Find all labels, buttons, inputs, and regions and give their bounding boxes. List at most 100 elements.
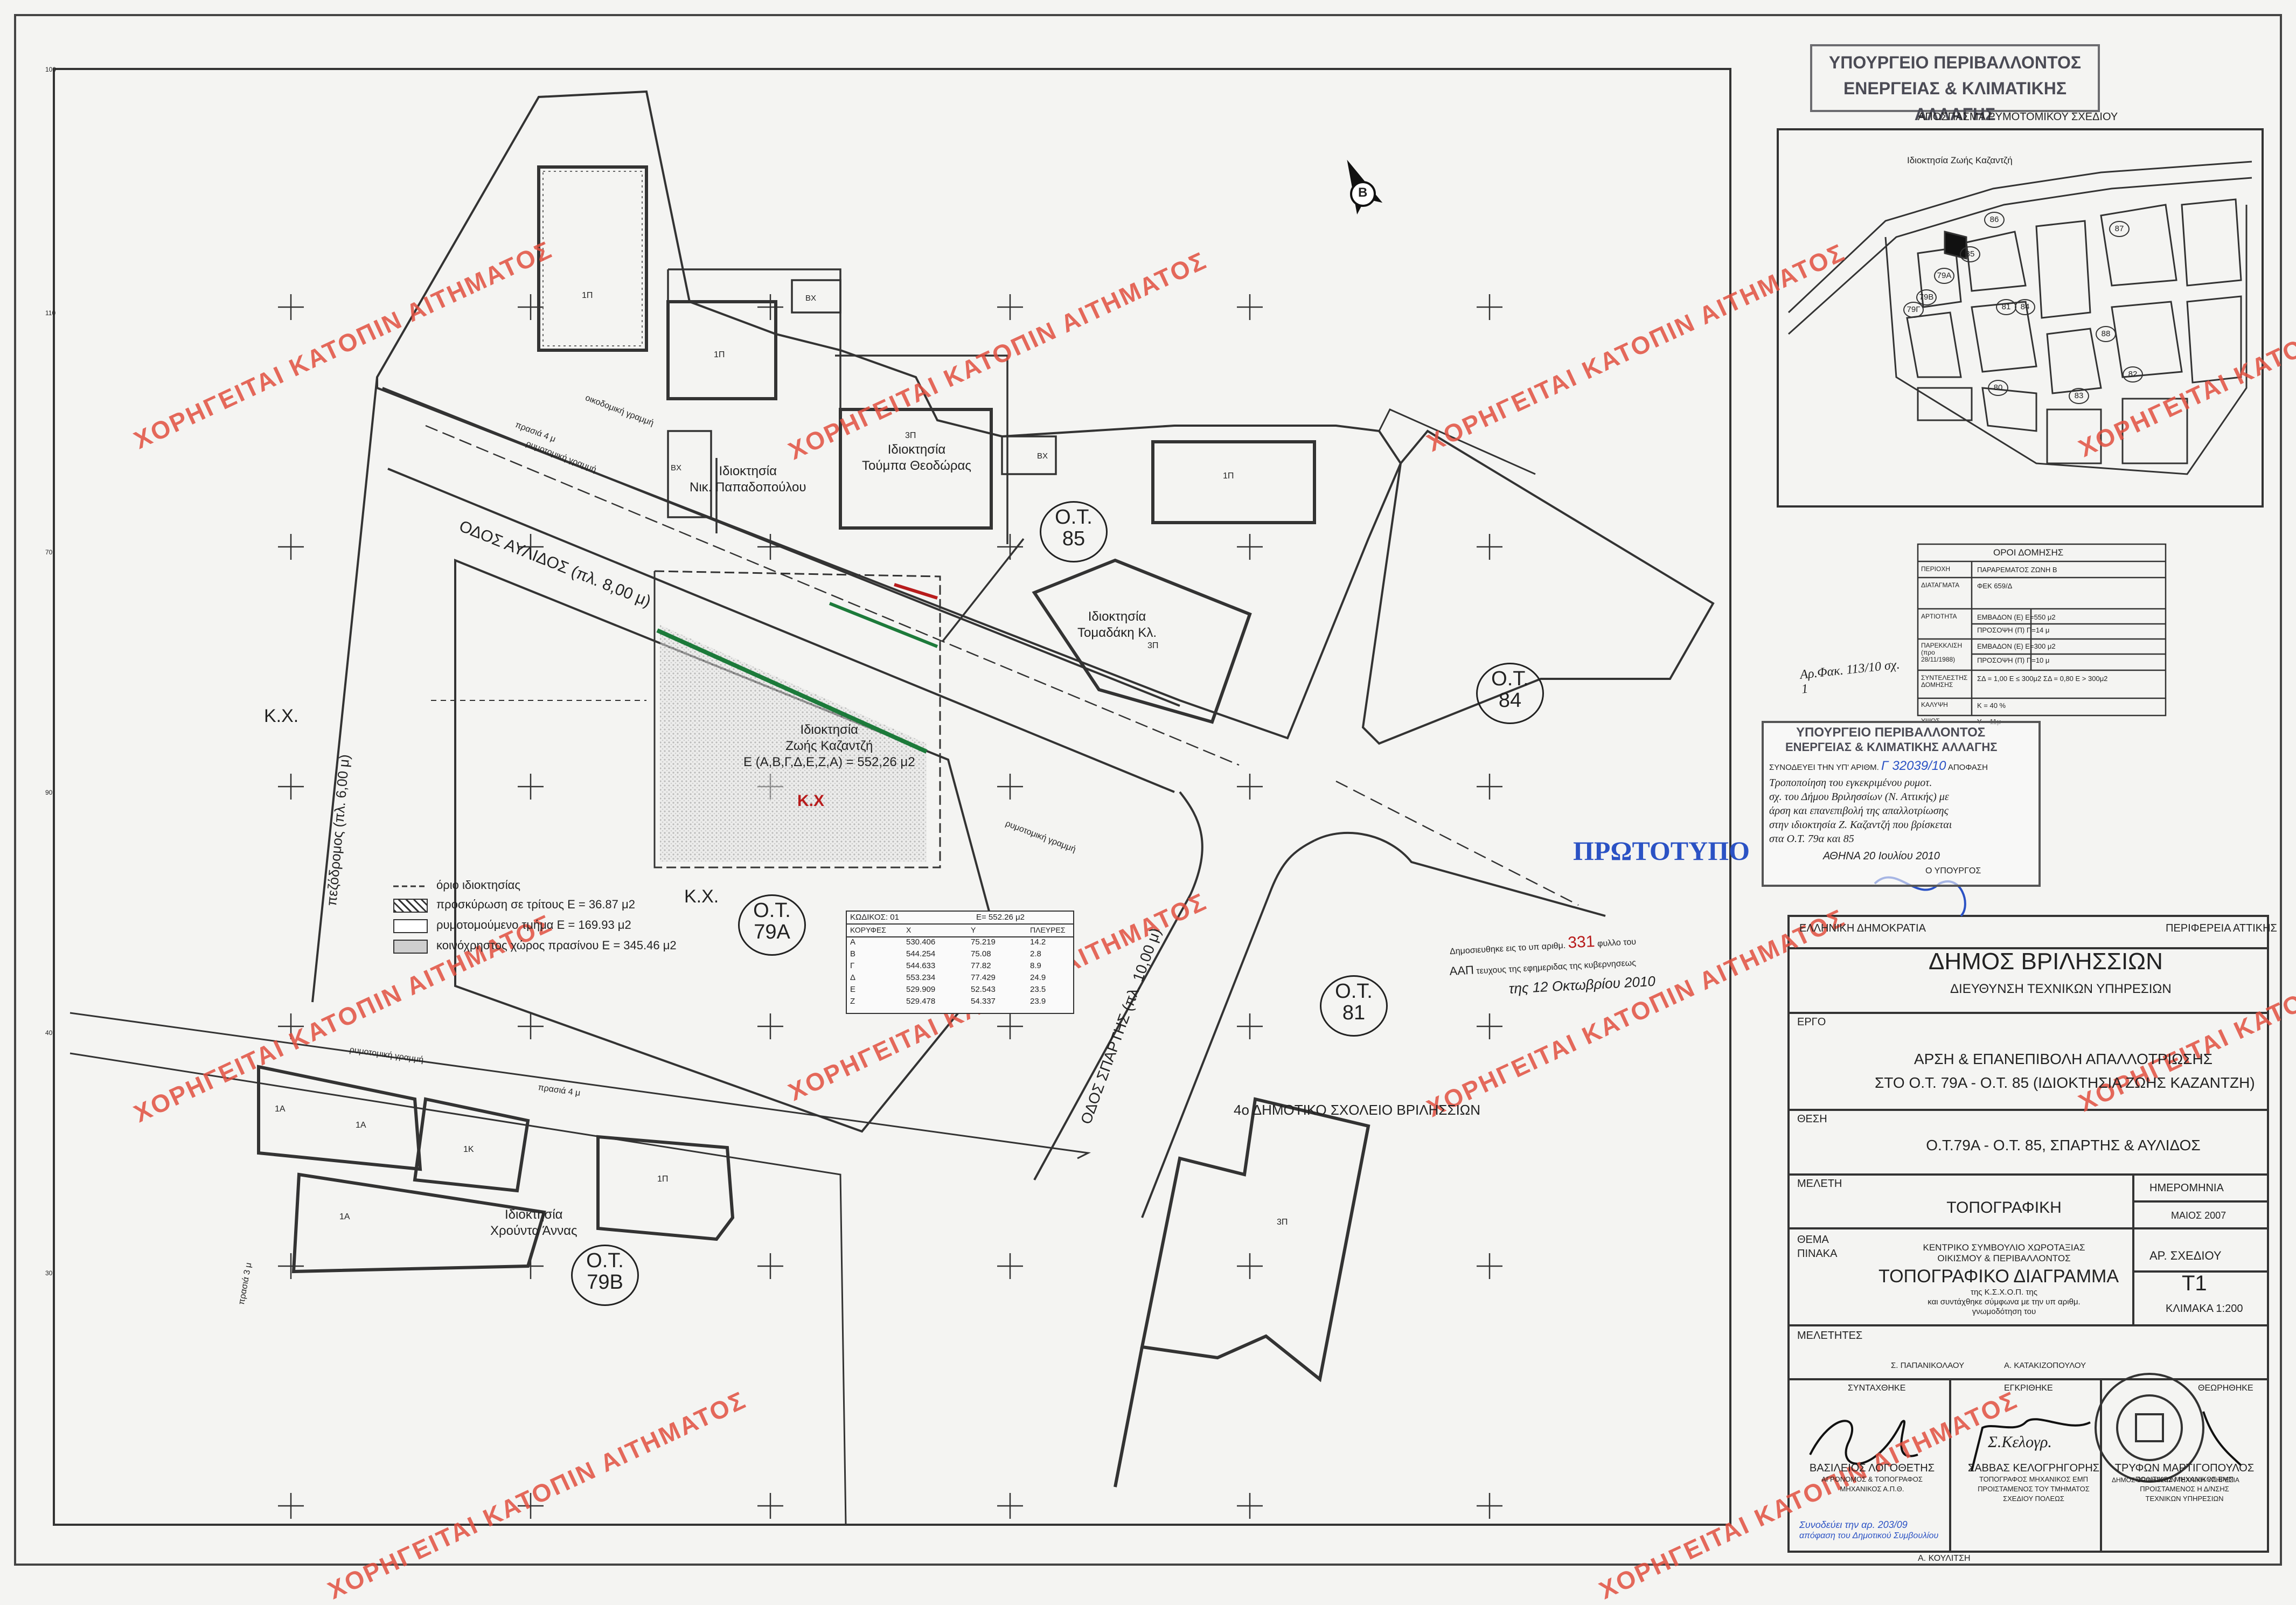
approval-date: ΑΘΗΝΑ 20 Ιουλίου 2010 — [1823, 850, 1940, 862]
terms-key: ΔΙΑΤΑΓΜΑΤΑ — [1921, 581, 1960, 589]
building-tag: 1Α — [275, 1104, 286, 1114]
frame-tick: 90 — [45, 789, 53, 796]
signatory-role: ΜΗΧΑΝΙΚΟΣ Α.Π.Θ. — [1840, 1485, 1904, 1493]
signatory-role: ΣΧΕΔΙΟΥ ΠΟΛΕΩΣ — [2003, 1495, 2064, 1503]
country: ΕΛΛΗΝΙΚΗ ΔΗΜΟΚΡΑΤΙΑ — [1799, 922, 1926, 934]
ergo-label: ΕΡΓΟ — [1797, 1016, 1826, 1028]
coord-cell: Γ — [850, 961, 855, 970]
coord-cell: Α — [850, 937, 856, 947]
building-tag: ΒΧ — [805, 294, 817, 303]
approval-handwritten-line: στην ιδιοκτησία Ζ. Καζαντζή που βρίσκετα… — [1769, 819, 1952, 831]
terms-key: ΑΡΤΙΟΤΗΤΑ — [1921, 613, 1957, 620]
inset-caption: ΑΠΟΣΠΑΣΜΑ ΡΥΜΟΤΟΜΙΚΟΥ ΣΧΕΔΙΟΥ — [1918, 111, 2118, 123]
property-tomadaki: Ιδιοκτησία Τομαδάκη Κλ. — [1077, 609, 1157, 640]
building-tag: 1Π — [582, 291, 593, 300]
topographic-sheet: ΧΟΡΗΓΕΙΤΑΙ ΚΑΤΟΠΙΝ ΑΙΤΗΜΑΤΟΣ ΧΟΡΗΓΕΙΤΑΙ … — [0, 0, 2296, 1604]
building-tag: 1Π — [714, 350, 725, 359]
coordinate-table: ΚΩΔΙΚΟΣ: 01 Ε= 552.26 μ2 ΚΟΡΥΦΕΣ Χ Υ ΠΛΕΥΡΕ… — [846, 911, 1074, 1014]
coord-cell: Β — [850, 949, 856, 958]
region: ΠΕΡΙΦΕΡΕΙΑ ΑΤΤΙΚΗΣ — [2166, 922, 2277, 934]
signatory-name: ΒΑΣΙΛΕΙΟΣ ΛΟΓΟΘΕΤΗΣ — [1809, 1462, 1935, 1474]
municipality: ΔΗΜΟΣ ΒΡΙΛΗΣΣΙΩΝ — [1929, 948, 2163, 975]
inset-block-label: 88 — [2096, 326, 2116, 342]
signatory-role: ΠΡΟΙΣΤΑΜΕΝΟΣ ΤΟΥ ΤΜΗΜΑΤΟΣ — [1978, 1485, 2090, 1493]
coord-cell: 14.2 — [1030, 937, 1046, 947]
meleti-value: ΤΟΠΟΓΡΑΦΙΚΗ — [1946, 1199, 2062, 1217]
terms-value: Κ = 40 % — [1977, 701, 2006, 710]
coord-cell: 23.9 — [1030, 997, 1046, 1006]
approval-handwritten-line: στα Ο.Τ. 79α και 85 — [1769, 833, 1854, 845]
ergo-line2: ΣΤΟ Ο.Τ. 79Α - Ο.Τ. 85 (ΙΔΙΟΚΤΗΣΙΑ ΖΩΗΣ … — [1875, 1074, 2255, 1091]
meletites-label: ΜΕΛΕΤΗΤΕΣ — [1797, 1330, 1863, 1342]
coord-cell: 23.5 — [1030, 985, 1046, 994]
signatory-role: ΑΓΡΟΝΟΜΟΣ & ΤΟΠΟΓΡΑΦΟΣ — [1821, 1475, 1923, 1483]
inset-block-label: 79Γ — [1903, 302, 1924, 318]
coord-cell: Ζ — [850, 997, 855, 1006]
coord-cell: 75.08 — [971, 949, 991, 958]
approval-handwritten-line: Τροποποίηση του εγκεκριμένου ρυμοτ. — [1769, 777, 1932, 789]
coord-cell: 529.909 — [906, 985, 936, 994]
inset-block-label: 84 — [2015, 299, 2035, 315]
coord-cell: Δ — [850, 973, 856, 982]
terms-value: ΦΕΚ 659/Δ — [1977, 582, 2013, 590]
inset-block-label: 82 — [2123, 366, 2143, 383]
signatory-name: ΣΑΒΒΑΣ ΚΕΛΟΓΡΗΓΟΡΗΣ — [1967, 1462, 2100, 1474]
coord-cell: 2.8 — [1030, 949, 1041, 958]
meletitis-2: Α. ΚΑΤΑΚΙΖΟΠΟΥΛΟΥ — [2004, 1361, 2086, 1370]
coord-cell: 544.633 — [906, 961, 936, 970]
inset-block-label: 86 — [1984, 212, 2005, 228]
building-tag: 3Π — [1147, 641, 1159, 650]
property-toumpa: Ιδιοκτησία Τούμπα Θεοδώρας — [862, 442, 971, 473]
coord-header-cell: Υ — [971, 926, 976, 934]
coord-cell: 8.9 — [1030, 961, 1041, 970]
signatory-role: ΤΟΠΟΓΡΑΦΟΣ ΜΗΧΑΝΙΚΟΣ ΕΜΠ — [1979, 1475, 2089, 1483]
approval-signer: Ο ΥΠΟΥΡΓΟΣ — [1925, 866, 1981, 876]
bottom-note-2: απόφαση του Δημοτικού Συμβουλίου — [1799, 1531, 1939, 1540]
signatory: ΒΑΣΙΛΕΙΟΣ ΛΟΓΟΘΕΤΗΣ ΑΓΡΟΝΟΜΟΣ & ΤΟΠΟΓΡΑΦΟ… — [1794, 1462, 1950, 1494]
terms-title: ΟΡΟΙ ΔΟΜΗΣΗΣ — [1993, 547, 2064, 558]
coord-cell: 544.254 — [906, 949, 936, 958]
coord-cell: 52.543 — [971, 985, 996, 994]
coord-cell: 553.234 — [906, 973, 936, 982]
bottom-note-1: Συνοδεύει την αρ. 203/09 — [1799, 1519, 1908, 1530]
building-tag: 1Α — [356, 1121, 366, 1130]
terms-value: ΣΔ = 1,00 Ε ≤ 300μ2 ΣΔ = 0,80 Ε > 300μ2 — [1977, 675, 2108, 683]
block-79a-marker: Ο.Τ. 79Α — [738, 894, 806, 956]
building-tag: 3Π — [1277, 1218, 1288, 1227]
coord-header-cell: Χ — [906, 926, 912, 934]
approval-decision: ΣΥΝΟΔΕΥΕΙ ΤΗΝ ΥΠ' ΑΡΙΘΜ. Γ 32039/10 ΑΠΟΦ… — [1769, 759, 1988, 773]
label-kx-left: Κ.Χ. — [264, 706, 299, 726]
coord-cell: 54.337 — [971, 997, 996, 1006]
approval-handwritten-line: σχ. του Δήμου Βριλησσίων (Ν. Αττικής) με — [1769, 791, 1949, 803]
legend-item-2: ρυμοτομούμενο τμήμα Ε = 169.93 μ2 — [436, 918, 631, 932]
syntaxthike-label: ΣΥΝΤΑΧΘΗΚΕ — [1848, 1384, 1906, 1393]
building-tag: 1Π — [657, 1175, 669, 1184]
coord-code: ΚΩΔΙΚΟΣ: 01 — [850, 913, 899, 922]
approval-line1: ΥΠΟΥΡΓΕΙΟ ΠΕΡΙΒΑΛΛΟΝΤΟΣ — [1796, 725, 1986, 740]
inset-property-note: Ιδιοκτησία Ζωής Καζαντζή — [1907, 155, 2013, 165]
coord-cell: 77.82 — [971, 961, 991, 970]
property-papadopoulou: Ιδιοκτησία Νικ. Παπαδοπούλου — [690, 464, 806, 495]
coord-cell: 75.219 — [971, 937, 996, 947]
signatory: ΤΡΥΦΩΝ ΜΑΡΤΙΓΟΠΟΥΛΟΣ ΠΟΛΙΤΙΚΟΣ ΜΗΧΑΝΙΚΟΣ … — [2106, 1462, 2263, 1504]
inset-block-label: 87 — [2109, 221, 2130, 237]
approval-stamp: ΥΠΟΥΡΓΕΙΟ ΠΕΡΙΒΑΛΛΟΝΤΟΣ ΕΝΕΡΓΕΙΑΣ & ΚΛΙΜ… — [1762, 721, 2041, 887]
block-81-marker: Ο.Τ. 81 — [1320, 975, 1388, 1037]
original-stamp: ΠΡΩΤΟΤΥΠΟ — [1573, 836, 1750, 866]
inset-map-frame — [1777, 128, 2264, 508]
signatory-role: ΠΡΟΙΣΤΑΜΕΝΟΣ Η Δ/ΝΣΗΣ — [2140, 1485, 2229, 1493]
council-line4: και συντάχθηκε σύμφωνα με την υπ αριθμ. — [1928, 1297, 2081, 1307]
pinaka-label: ΠΙΝΑΚΑ — [1797, 1248, 1838, 1260]
egkrithike-label: ΕΓΚΡΙΘΗΚΕ — [2004, 1384, 2053, 1393]
block-85-marker: Ο.Τ. 85 — [1040, 501, 1108, 562]
frame-tick: 110 — [45, 309, 56, 317]
inset-block-label: 79A — [1934, 268, 1954, 284]
frame-tick: 70 — [45, 548, 53, 556]
legend-swatch-3 — [393, 940, 428, 954]
ergo-line1: ΑΡΣΗ & ΕΠΑΝΕΠΙΒΟΛΗ ΑΠΑΛΛΟΤΡΙΩΣΗΣ — [1914, 1051, 2213, 1067]
signatory: ΣΑΒΒΑΣ ΚΕΛΟΓΡΗΓΟΡΗΣ ΤΟΠΟΓΡΑΦΟΣ ΜΗΧΑΝΙΚΟΣ … — [1956, 1462, 2112, 1504]
building-tag: ΒΧ — [671, 463, 682, 473]
frame-tick: 100 — [45, 66, 57, 73]
council-line3: της Κ.Σ.Χ.Ο.Π. της — [1971, 1288, 2037, 1297]
legend-item-1: προσκύρωση σε τρίτους Ε = 36.87 μ2 — [436, 898, 635, 911]
